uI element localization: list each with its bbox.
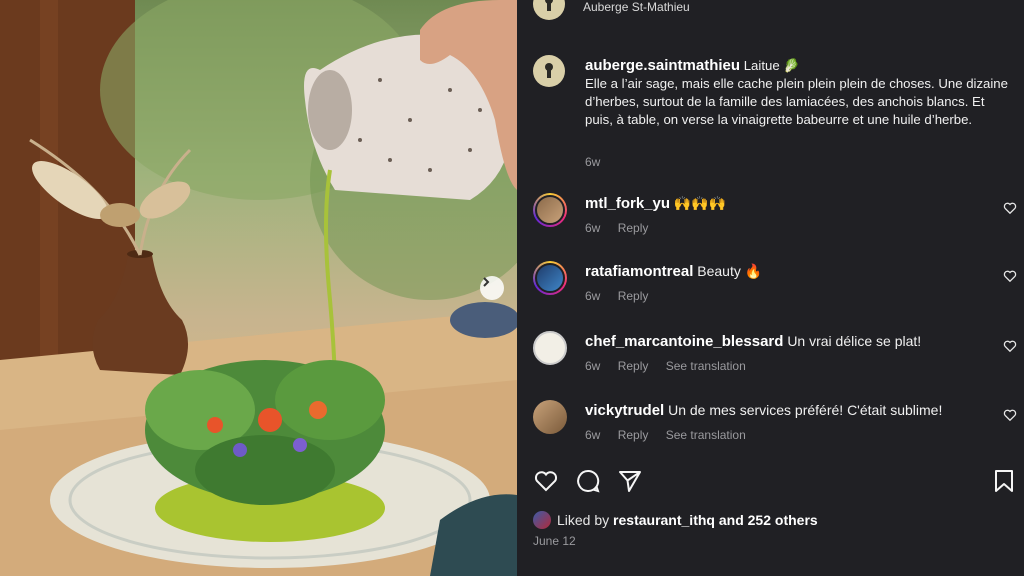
account-name[interactable]: Auberge St-Mathieu [583,0,690,14]
commenter-avatar[interactable] [533,400,567,434]
author-avatar[interactable] [533,55,565,87]
share-icon[interactable] [617,468,643,494]
reply-button[interactable]: Reply [618,221,649,235]
bookmark-icon[interactable] [991,468,1017,494]
comment-username[interactable]: mtl_fork_yu [585,195,670,212]
comment-time: 6w [585,428,601,442]
caption-timestamp: 6w [585,155,601,169]
comment-text: Beauty 🔥 [697,263,763,279]
account-avatar[interactable] [533,0,565,20]
commenter-avatar[interactable] [533,331,567,365]
post-photo [0,0,517,576]
caption-text: Elle a l’air sage, mais elle cache plein… [585,76,1008,127]
see-translation-button[interactable]: See translation [666,428,746,442]
comment-item: chef_marcantoine_blessard Un vrai délice… [533,331,1017,381]
likes-count[interactable]: and 252 others [719,512,818,528]
salad-illustration [0,0,517,576]
author-username[interactable]: auberge.saintmathieu [585,57,740,74]
heart-icon[interactable] [1003,201,1017,215]
comment-item: vickytrudel Un de mes services préféré! … [533,400,1017,450]
heart-icon[interactable] [1003,269,1017,283]
comment-time: 6w [585,221,601,235]
liker-username[interactable]: restaurant_ithq [613,512,715,528]
comment-text: 🙌🙌🙌 [673,195,727,211]
comment-time: 6w [585,289,601,303]
reply-button[interactable]: Reply [618,359,649,373]
commenter-avatar[interactable] [533,193,567,227]
comment-item: mtl_fork_yu 🙌🙌🙌 6w Reply [533,193,1017,243]
post-date: June 12 [533,534,576,548]
action-bar [533,468,1017,494]
see-translation-button[interactable]: See translation [666,359,746,373]
comment-text: Un de mes services préféré! C'était subl… [668,402,943,418]
comment-username[interactable]: vickytrudel [585,402,664,419]
heart-icon[interactable] [1003,408,1017,422]
comment-username[interactable]: chef_marcantoine_blessard [585,333,783,350]
reply-button[interactable]: Reply [618,428,649,442]
carousel-next-button[interactable] [480,276,504,300]
caption-title: Laitue [743,58,780,73]
comment-item: ratafiamontreal Beauty 🔥 6w Reply [533,261,1017,311]
lettuce-emoji: 🥬 [783,58,800,73]
post-header: Auberge St-Mathieu [517,0,1024,20]
chevron-right-icon [483,277,490,287]
likes-summary: Liked by restaurant_ithq and 252 others [533,511,818,529]
likes-prefix: Liked by [557,512,610,528]
commenter-avatar[interactable] [533,261,567,295]
reply-button[interactable]: Reply [618,289,649,303]
heart-icon[interactable] [1003,339,1017,353]
comment-text: Un vrai délice se plat! [787,333,922,349]
keyhole-icon [544,63,554,79]
keyhole-icon [544,0,554,12]
liker-avatar[interactable] [533,511,551,529]
comment-username[interactable]: ratafiamontreal [585,263,693,280]
comments-panel: Auberge St-Mathieu auberge.saintmathieu … [517,0,1024,576]
heart-icon[interactable] [533,468,559,494]
comment-icon[interactable] [575,468,601,494]
comment-time: 6w [585,359,601,373]
